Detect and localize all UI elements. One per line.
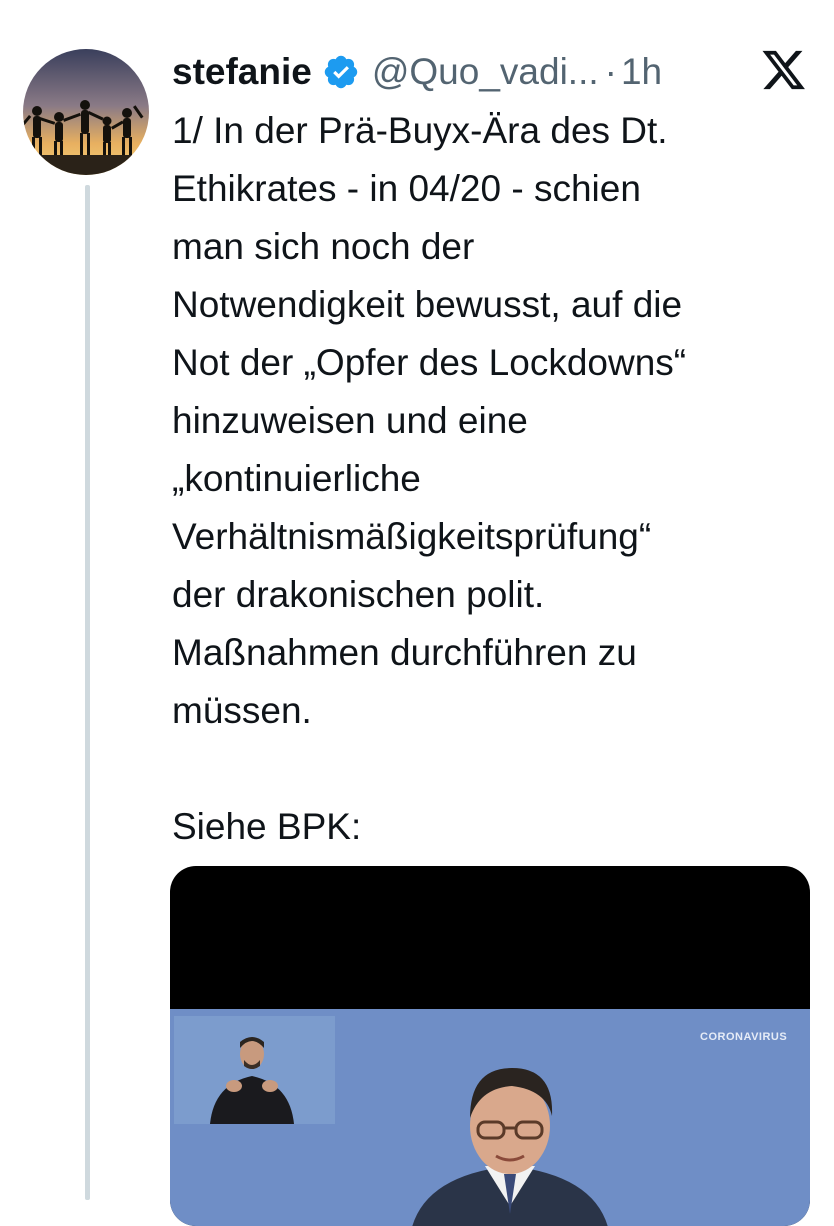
tweet-text-line: Ethikrates - in 04/20 - schien — [172, 168, 641, 209]
tweet-text-line: müssen. — [172, 690, 312, 731]
verified-badge-icon[interactable] — [322, 53, 360, 91]
tweet-text-line: 1/ In der Prä-Buyx-Ära des Dt. — [172, 110, 668, 151]
author-display-name[interactable]: stefanie — [172, 51, 312, 93]
separator-dot: · — [604, 51, 617, 92]
x-logo-icon[interactable] — [761, 49, 807, 93]
author-handle[interactable]: @Quo_vadi... — [372, 51, 599, 93]
tweet-text-line: Siehe BPK: — [172, 806, 362, 847]
tweet-text-line: man sich noch der — [172, 226, 475, 267]
speaker-figure — [380, 1056, 640, 1226]
sign-language-interpreter-inset — [174, 1016, 335, 1124]
video-media-card[interactable]: CORONAVIRUS — [170, 866, 810, 1226]
timestamp[interactable]: 1h — [621, 51, 662, 93]
tweet-text-line: der drakonischen polit. — [172, 574, 545, 615]
tweet-text-line: „kontinuierliche — [172, 458, 421, 499]
tweet-text-line: Maßnahmen durchführen zu — [172, 632, 637, 673]
tweet-text-line: Not der „Opfer des Lockdowns“ — [172, 342, 687, 383]
tweet-text-line: Notwendigkeit bewusst, auf die — [172, 284, 683, 325]
tweet-text-line: hinzuweisen und eine — [172, 400, 528, 441]
silhouettes-sunset-icon — [23, 49, 149, 175]
avatar[interactable] — [23, 49, 149, 175]
tweet-text-line: Verhältnismäßigkeitsprüfung“ — [172, 516, 652, 557]
tweet-header: stefanie @Quo_vadi... · 1h — [172, 46, 812, 98]
tweet-body: 1/ In der Prä-Buyx-Ära des Dt. Ethikrate… — [172, 102, 812, 856]
thread-connector-line — [85, 185, 90, 1200]
paragraph-break — [172, 740, 812, 798]
coronavirus-label: CORONAVIRUS — [700, 1031, 788, 1043]
